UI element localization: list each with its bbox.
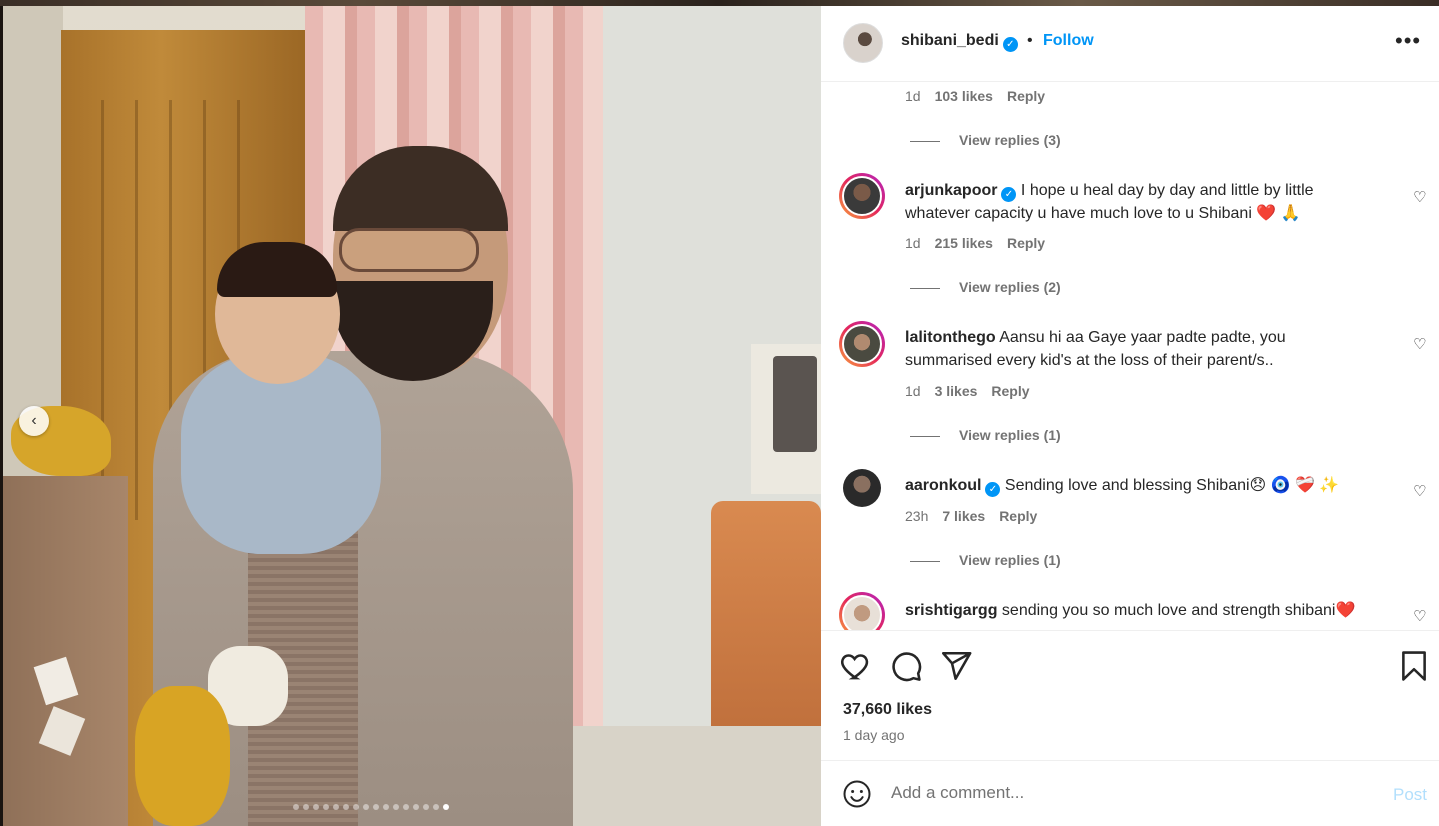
comment-icon[interactable] <box>889 649 923 683</box>
reply-button[interactable]: Reply <box>999 508 1037 524</box>
comment-time: 1d <box>905 383 921 399</box>
carousel-dot <box>383 804 389 810</box>
comment-likes[interactable]: 3 likes <box>935 383 978 399</box>
carousel-dot <box>343 804 349 810</box>
author-avatar[interactable] <box>843 23 883 63</box>
carousel-dot <box>403 804 409 810</box>
comment-text: sending you so much love and strength sh… <box>1001 602 1356 619</box>
verified-icon: ✓ <box>1002 37 1018 52</box>
photo-baby-sock <box>135 686 230 826</box>
carousel-dot <box>373 804 379 810</box>
comment-body: aaronkoul ✓ Sending love and blessing Shi… <box>905 474 1375 497</box>
post-panel: shibani_bedi ✓ • Follow ••• 1d 103 likes Re… <box>821 6 1439 826</box>
replies-line <box>910 140 940 142</box>
carousel-dot <box>293 804 299 810</box>
view-replies-label: View replies (1) <box>959 552 1061 568</box>
verified-icon: ✓ <box>985 482 1001 497</box>
comment-avatar[interactable] <box>839 592 885 630</box>
reply-button[interactable]: Reply <box>1007 88 1045 104</box>
bookmark-icon[interactable] <box>1397 649 1431 683</box>
carousel-dot <box>323 804 329 810</box>
carousel-dot <box>313 804 319 810</box>
comment-meta: 1d 215 likes Reply <box>905 235 1045 251</box>
carousel-dot <box>423 804 429 810</box>
carousel-dot <box>333 804 339 810</box>
comment-time: 23h <box>905 508 929 524</box>
comment-like-icon[interactable]: ♡ <box>1413 188 1426 206</box>
post-photo[interactable]: ‹ <box>3 6 821 826</box>
photo-cabinet <box>3 476 128 826</box>
carousel-dot <box>413 804 419 810</box>
view-replies-label: View replies (2) <box>959 279 1061 295</box>
comment-body: srishtigargg sending you so much love an… <box>905 599 1375 622</box>
comment-time: 1d <box>905 235 921 251</box>
comment-text: Sending love and blessing Shibani😞 🧿 ❤️‍… <box>1004 477 1340 494</box>
likes-count[interactable]: 37,660 likes <box>843 701 932 719</box>
heart-icon[interactable] <box>839 649 873 683</box>
photo-chair <box>711 501 821 731</box>
chevron-left-icon: ‹ <box>31 412 37 429</box>
comment-time: 1d <box>905 88 921 104</box>
reply-button[interactable]: Reply <box>1007 235 1045 251</box>
verified-icon: ✓ <box>1001 187 1017 202</box>
carousel-dots <box>293 804 449 810</box>
view-replies-label: View replies (3) <box>959 132 1061 148</box>
comment-like-icon[interactable]: ♡ <box>1413 607 1426 625</box>
comment-body: lalitonthego Aansu hi aa Gaye yaar padte… <box>905 326 1375 372</box>
follow-button[interactable]: Follow <box>1043 32 1094 50</box>
comment-like-icon[interactable]: ♡ <box>1413 482 1426 500</box>
comment-username[interactable]: aaronkoul <box>905 477 981 494</box>
post-comment-button[interactable]: Post <box>1393 785 1427 805</box>
comment-like-icon[interactable]: ♡ <box>1413 335 1426 353</box>
view-replies-button[interactable]: View replies (1) <box>910 427 1061 443</box>
view-replies-button[interactable]: View replies (1) <box>910 552 1061 568</box>
carousel-dot <box>433 804 439 810</box>
comment-meta: 1d 103 likes Reply <box>905 88 1045 104</box>
emoji-icon[interactable] <box>842 779 872 809</box>
comments-list[interactable]: 1d 103 likes Reply View replies (3) arjunk… <box>821 82 1439 630</box>
carousel-dot <box>393 804 399 810</box>
comment-meta: 23h 7 likes Reply <box>905 508 1037 524</box>
replies-line <box>910 435 940 437</box>
photo-baby-body <box>181 354 381 554</box>
comment-likes[interactable]: 215 likes <box>935 235 993 251</box>
reply-button[interactable]: Reply <box>991 383 1029 399</box>
header-separator: • <box>1027 32 1033 49</box>
comment-username[interactable]: srishtigargg <box>905 602 997 619</box>
photo-switchboard <box>751 344 821 494</box>
post-timestamp: 1 day ago <box>843 727 905 743</box>
add-comment-bar: Post <box>821 760 1439 826</box>
comment-likes[interactable]: 103 likes <box>935 88 993 104</box>
carousel-dot <box>353 804 359 810</box>
comment-avatar[interactable] <box>839 465 885 511</box>
comment-likes[interactable]: 7 likes <box>942 508 985 524</box>
comment-meta: 1d 3 likes Reply <box>905 383 1030 399</box>
more-options-icon[interactable]: ••• <box>1395 28 1421 54</box>
replies-line <box>910 287 940 289</box>
carousel-dot <box>443 804 449 810</box>
author-username-text[interactable]: shibani_bedi <box>901 32 999 49</box>
photo-man-glasses <box>339 228 479 272</box>
view-replies-button[interactable]: View replies (3) <box>910 132 1061 148</box>
view-replies-label: View replies (1) <box>959 427 1061 443</box>
share-icon[interactable] <box>939 649 973 683</box>
author-username[interactable]: shibani_bedi ✓ <box>901 32 1018 52</box>
post-actions: 37,660 likes 1 day ago <box>821 630 1439 760</box>
comment-body: arjunkapoor ✓ I hope u heal day by day an… <box>905 179 1375 225</box>
view-replies-button[interactable]: View replies (2) <box>910 279 1061 295</box>
comment-avatar[interactable] <box>839 321 885 367</box>
carousel-dot <box>303 804 309 810</box>
comment-username[interactable]: lalitonthego <box>905 329 996 346</box>
replies-line <box>910 560 940 562</box>
comment-username[interactable]: arjunkapoor <box>905 182 997 199</box>
comment-input[interactable] <box>891 783 1351 803</box>
comment-avatar[interactable] <box>839 173 885 219</box>
photo-table <box>563 726 821 826</box>
carousel-prev-button[interactable]: ‹ <box>19 406 49 436</box>
post-header: shibani_bedi ✓ • Follow ••• <box>821 6 1439 82</box>
carousel-dot <box>363 804 369 810</box>
